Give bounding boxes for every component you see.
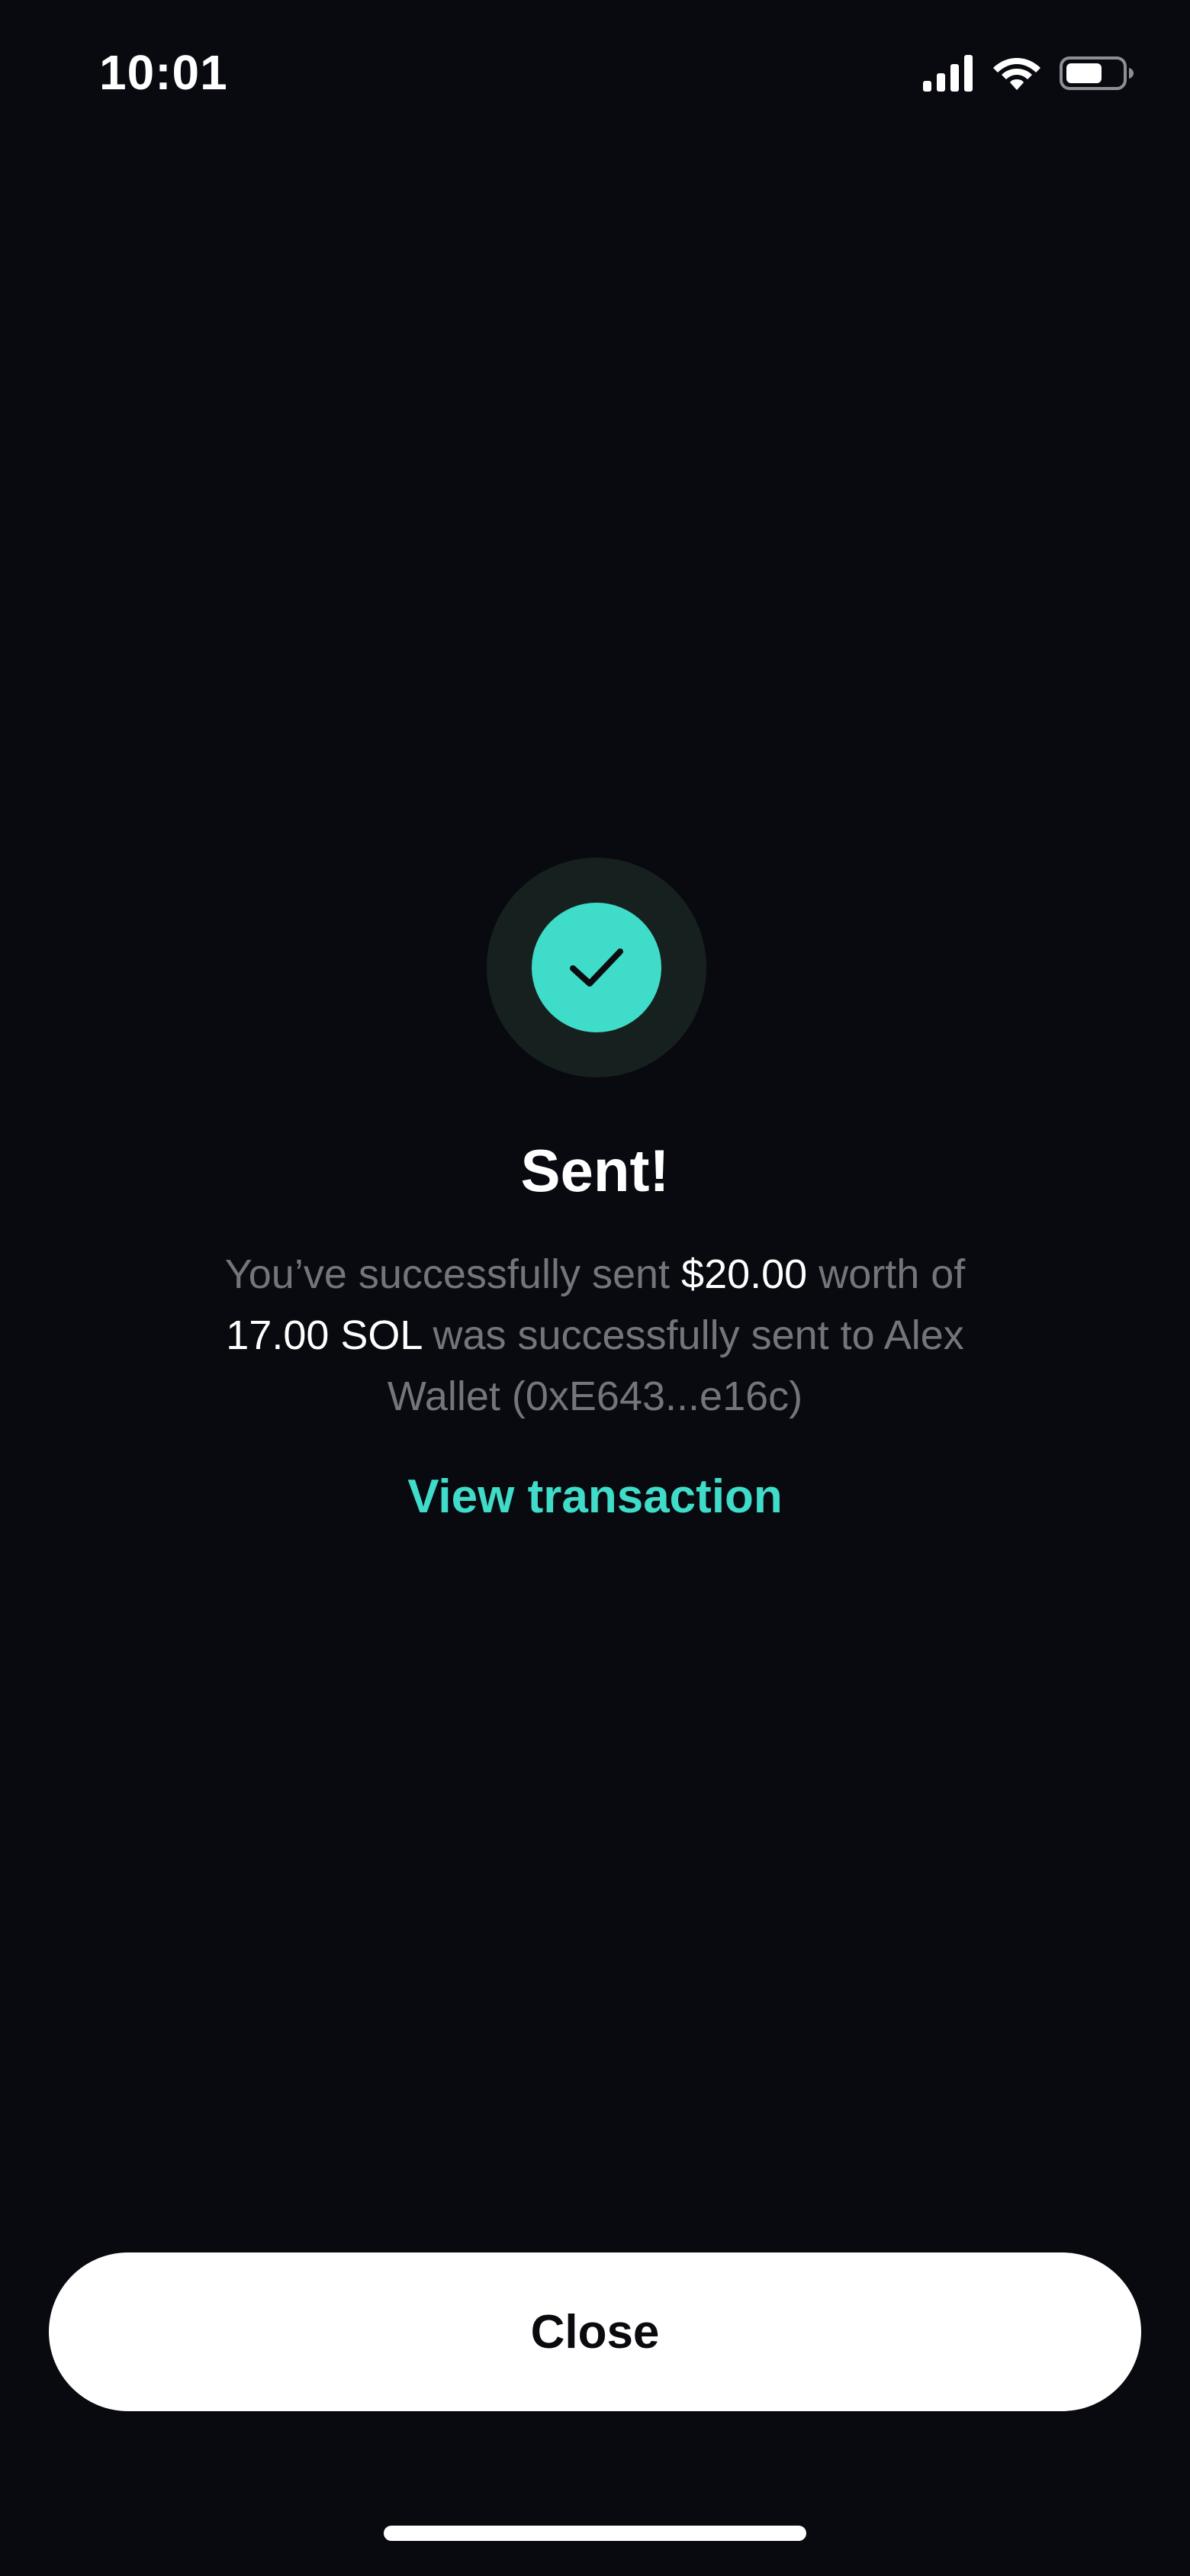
message-text-2: worth of	[807, 1251, 966, 1297]
close-button[interactable]: Close	[49, 2252, 1141, 2411]
home-indicator	[384, 2526, 806, 2541]
message-text-3: was successfully sent to Alex Wallet (0x…	[387, 1312, 964, 1419]
wifi-icon	[993, 58, 1040, 90]
status-bar: 10:01	[0, 0, 1190, 145]
status-time: 10:01	[99, 45, 228, 100]
success-message: You’ve successfully sent $20.00 worth of…	[175, 1244, 1015, 1427]
success-badge	[487, 858, 706, 1077]
message-text-1: You’ve successfully sent	[224, 1251, 682, 1297]
status-icons	[921, 52, 1135, 95]
amount-usd: $20.00	[681, 1251, 808, 1297]
amount-token: 17.00 SOL	[226, 1312, 422, 1358]
page-title: Sent!	[520, 1137, 670, 1204]
battery-icon	[1060, 56, 1134, 90]
view-transaction-link[interactable]: View transaction	[0, 1467, 1190, 1528]
success-badge-inner	[532, 903, 661, 1032]
transaction-success-screen: 10:01 Sent! You’ve successfully sent $20…	[0, 0, 1190, 2576]
signal-icon	[923, 55, 973, 92]
check-icon	[570, 948, 623, 987]
